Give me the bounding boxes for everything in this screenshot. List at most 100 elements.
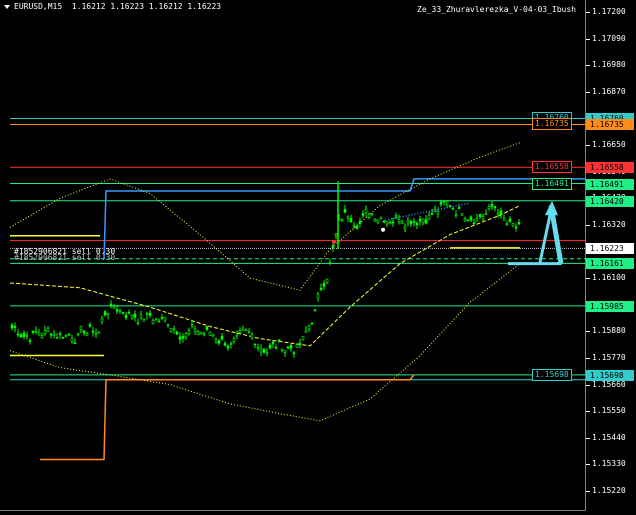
- candle-body: [112, 306, 116, 309]
- candle-body: [73, 342, 77, 345]
- candle-body: [370, 213, 374, 215]
- candle-body: [304, 330, 308, 333]
- candle-body: [16, 333, 20, 336]
- axis-tick-label: 1.15220: [592, 486, 626, 495]
- candle-body: [514, 226, 518, 229]
- candle-body: [475, 218, 479, 222]
- candle-body: [328, 262, 332, 264]
- candle-body: [223, 343, 227, 346]
- candle-body: [178, 336, 182, 340]
- candle-body: [478, 214, 482, 218]
- candle-body: [490, 203, 494, 207]
- axis-tick-mark: [586, 437, 590, 439]
- axis-tick-label: 1.15770: [592, 352, 626, 362]
- axis-tick-label: 1.16870: [592, 86, 626, 96]
- axis-price-box: 1.16558: [586, 162, 634, 174]
- candle-body: [334, 233, 338, 237]
- candle-body: [136, 322, 140, 325]
- candle-body: [358, 220, 362, 224]
- axis-tick-mark: [586, 331, 590, 333]
- candle-body: [481, 216, 485, 220]
- candle-body: [145, 313, 149, 315]
- candle-body: [355, 225, 359, 229]
- candle-body: [310, 322, 314, 325]
- candle-body: [466, 219, 470, 222]
- axis-tick-mark: [586, 278, 590, 280]
- candle-body: [472, 222, 476, 225]
- candle-body: [154, 318, 158, 321]
- candle-body: [469, 216, 473, 221]
- candle-body: [352, 224, 356, 227]
- axis-tick-label: 1.17090: [592, 33, 626, 43]
- candle-body: [214, 338, 218, 343]
- candle-body: [388, 222, 392, 225]
- axis-tick-mark: [586, 491, 590, 492]
- candle-body: [70, 338, 74, 342]
- candle-body: [139, 314, 143, 319]
- middle-band-line: [9, 205, 521, 347]
- candle-body: [55, 337, 59, 339]
- candle-body: [487, 206, 491, 209]
- candle-body: [274, 346, 278, 349]
- candle-body: [418, 218, 422, 222]
- candle-body: [346, 216, 350, 219]
- candle-body: [400, 221, 404, 225]
- candle-body: [265, 351, 269, 354]
- candle-body: [181, 336, 185, 339]
- candle-body: [250, 334, 254, 339]
- candle-body: [406, 220, 410, 224]
- line-price-label: 1.15698: [532, 369, 572, 382]
- candle-body: [91, 330, 95, 333]
- candle-body: [193, 328, 197, 332]
- candle-body: [43, 329, 47, 334]
- axis-tick-label: 1.15440: [592, 432, 626, 442]
- candle-body: [511, 223, 515, 227]
- channel-upper-step: [103, 178, 586, 259]
- axis-tick-mark: [586, 357, 590, 359]
- candle-body: [256, 346, 260, 349]
- axis-tick-mark: [586, 384, 590, 386]
- candle-body: [367, 214, 371, 218]
- candle-body: [208, 331, 212, 336]
- axis-tick-label: 1.16980: [592, 60, 626, 70]
- candle-body: [298, 342, 302, 346]
- candle-body: [439, 201, 443, 205]
- candle-body: [232, 338, 236, 343]
- candle-body: [58, 333, 62, 335]
- axis-tick-label: 1.15550: [592, 406, 626, 416]
- candle-body: [301, 335, 305, 341]
- candle-body: [28, 340, 32, 342]
- candle-body: [421, 218, 425, 223]
- candle-body: [190, 324, 194, 327]
- axis-tick-mark: [586, 464, 590, 466]
- candle-body: [199, 331, 203, 334]
- axis-tick-label: 1.16650: [592, 140, 626, 150]
- axis-tick-label: 1.16320: [592, 219, 626, 229]
- candle-body: [205, 326, 209, 330]
- chart-window[interactable]: EURUSD,M15 1.16212 1.16223 1.16212 1.162…: [0, 0, 636, 515]
- candle-body: [424, 219, 428, 224]
- candle-body: [40, 334, 44, 338]
- candle-body: [403, 225, 407, 230]
- line-price-label: 1.16491: [532, 177, 572, 190]
- candle-body: [172, 328, 176, 331]
- candle-body: [313, 309, 317, 311]
- axis-price-box: 1.16161: [586, 258, 634, 270]
- candle-body: [391, 221, 395, 224]
- candle-body: [451, 207, 455, 210]
- axis-tick-mark: [586, 12, 590, 13]
- axis-price-box: 1.16420: [586, 195, 634, 207]
- candle-body: [103, 311, 107, 316]
- candle-body: [295, 344, 299, 348]
- candle-body: [376, 219, 380, 224]
- axis-price-box: 1.16491: [586, 178, 634, 190]
- line-price-label: 1.16735: [532, 118, 572, 131]
- candle-body: [166, 324, 170, 326]
- axis-price-box: 1.15698: [586, 370, 634, 382]
- candle-body: [148, 312, 152, 316]
- candle-body: [151, 320, 155, 324]
- candle-body: [37, 332, 41, 336]
- candle-body: [409, 220, 413, 225]
- candle-body: [163, 316, 167, 321]
- candle-body: [106, 313, 110, 316]
